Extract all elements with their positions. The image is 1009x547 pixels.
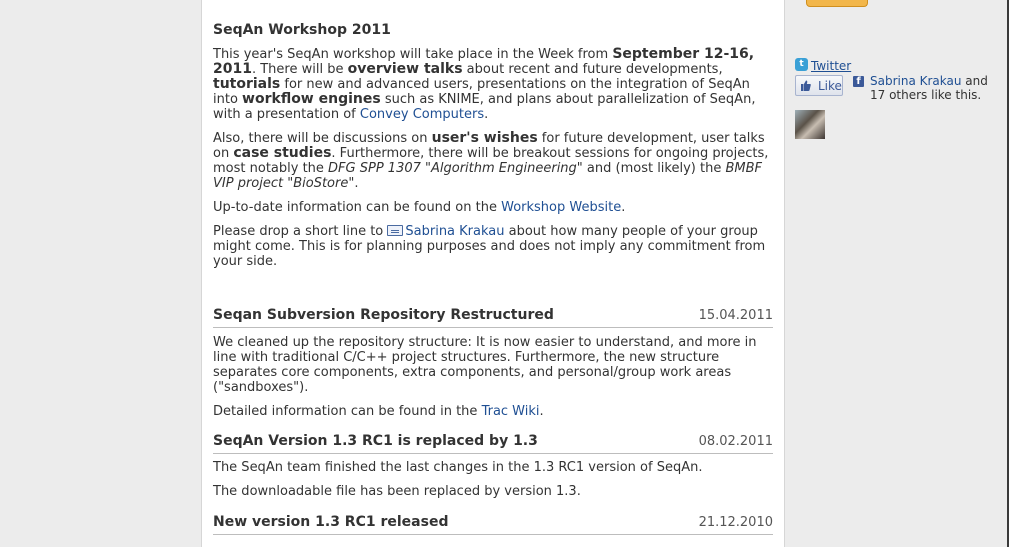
facebook-like-summary: Sabrina Krakau and 17 others like this. bbox=[870, 74, 988, 102]
workshop-website-link[interactable]: Workshop Website bbox=[501, 200, 621, 215]
news-date: 08.02.2011 bbox=[698, 434, 773, 449]
news-date: 15.04.2011 bbox=[698, 308, 773, 323]
sabrina-krakau-mail-link[interactable]: Sabrina Krakau bbox=[405, 224, 504, 239]
news-paragraph: We cleaned up the repository structure: … bbox=[213, 335, 757, 395]
news-body-2: The SeqAn team finished the last changes… bbox=[213, 460, 773, 508]
trac-wiki-link[interactable]: Trac Wiki bbox=[482, 404, 540, 419]
like-label: Like bbox=[818, 79, 842, 93]
news-date: 21.12.2010 bbox=[698, 515, 773, 530]
twitter-icon: t bbox=[795, 58, 808, 71]
orange-tab[interactable] bbox=[806, 0, 868, 7]
news-paragraph: Detailed information can be found in the… bbox=[213, 404, 544, 419]
workshop-body: This year's SeqAn workshop will take pla… bbox=[213, 47, 773, 278]
workshop-title: SeqAn Workshop 2011 bbox=[213, 22, 391, 38]
news-body-1: We cleaned up the repository structure: … bbox=[213, 335, 773, 428]
facebook-icon: f bbox=[853, 76, 864, 87]
news-title: New version 1.3 RC1 released bbox=[213, 514, 449, 530]
main-content: SeqAn Workshop 2011 This year's SeqAn wo… bbox=[201, 0, 785, 547]
news-paragraph: The downloadable file has been replaced … bbox=[213, 484, 581, 499]
news-paragraph: The SeqAn team finished the last changes… bbox=[213, 460, 703, 475]
workshop-paragraph-1: This year's SeqAn workshop will take pla… bbox=[213, 46, 756, 123]
news-header-3: New version 1.3 RC1 released 21.12.2010 bbox=[213, 514, 773, 535]
mail-icon bbox=[387, 225, 404, 236]
news-header-1: Seqan Subversion Repository Restructured… bbox=[213, 307, 773, 328]
news-title: Seqan Subversion Repository Restructured bbox=[213, 307, 554, 323]
twitter-link[interactable]: Twitter bbox=[811, 59, 851, 73]
fb-friend-link[interactable]: Sabrina Krakau bbox=[870, 74, 961, 88]
thumbs-up-icon bbox=[801, 80, 811, 91]
news-title: SeqAn Version 1.3 RC1 is replaced by 1.3 bbox=[213, 433, 538, 449]
facebook-like-button[interactable]: Like bbox=[795, 75, 843, 96]
avatar[interactable] bbox=[795, 110, 825, 139]
workshop-paragraph-3: Up-to-date information can be found on t… bbox=[213, 200, 626, 215]
workshop-paragraph-2: Also, there will be discussions on user'… bbox=[213, 130, 769, 192]
convey-computers-link[interactable]: Convey Computers bbox=[360, 107, 484, 122]
sidebar: t Twitter Like f Sabrina Krakau and 17 o… bbox=[795, 0, 995, 547]
workshop-paragraph-4: Please drop a short line to Sabrina Krak… bbox=[213, 224, 766, 269]
news-header-2: SeqAn Version 1.3 RC1 is replaced by 1.3… bbox=[213, 433, 773, 454]
